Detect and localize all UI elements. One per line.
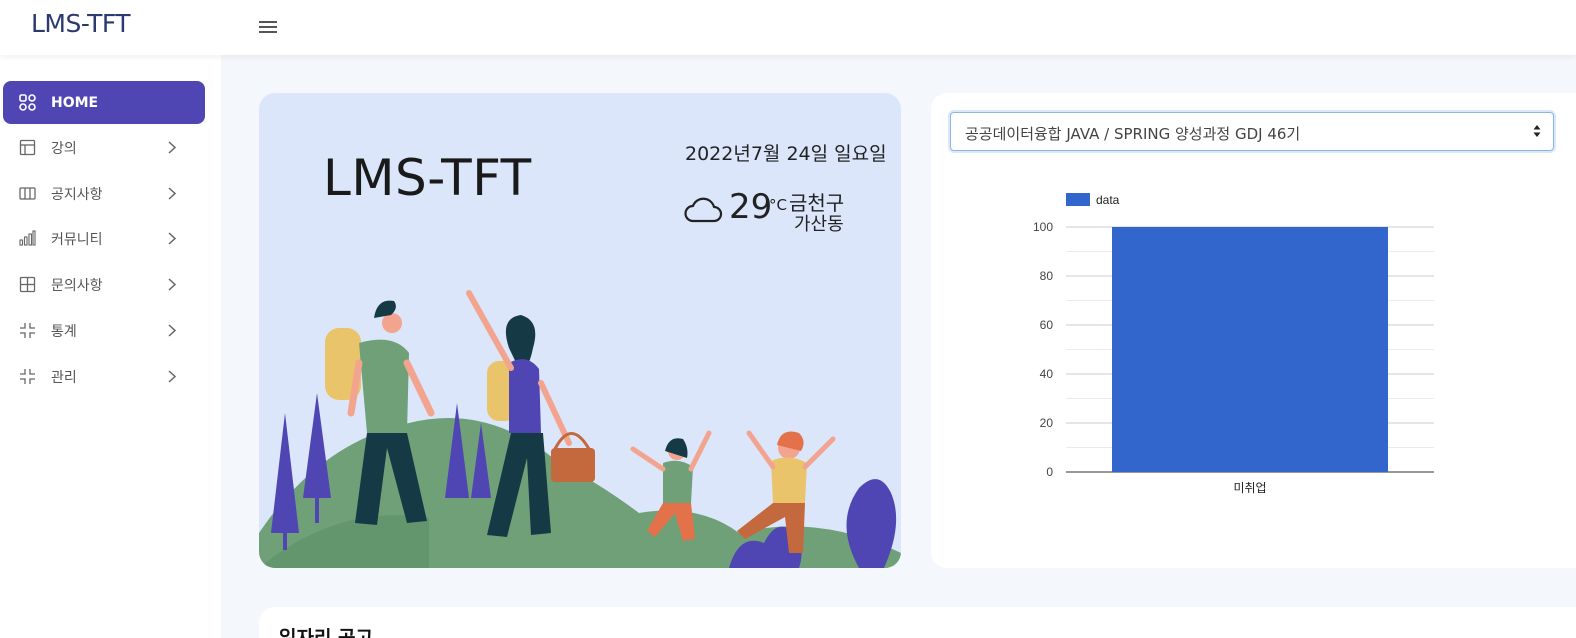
layout-icon: [19, 139, 36, 156]
temperature-value: 29: [729, 187, 773, 227]
y-tick-label: 20: [1040, 416, 1054, 430]
y-tick-label: 100: [1033, 220, 1053, 234]
bar[interactable]: [1112, 227, 1388, 472]
jobs-card: 일자리 공고: [259, 607, 1576, 638]
chevron-right-icon: [168, 141, 177, 154]
sidebar-item-lecture[interactable]: 강의: [3, 126, 205, 169]
jobs-card-title: 일자리 공고: [279, 627, 374, 638]
sidebar-item-label: 통계: [51, 323, 77, 340]
sidebar-item-label: 문의사항: [51, 277, 103, 294]
hero-title: LMS-TFT: [323, 149, 532, 207]
legend-swatch: [1066, 193, 1090, 206]
legend-label: data: [1096, 193, 1120, 207]
location-dong: 가산동: [794, 214, 844, 235]
cloud-icon: [684, 197, 723, 223]
bar-chart-icon: [19, 230, 36, 246]
chevron-right-icon: [168, 370, 177, 383]
sidebar-item-label: 강의: [51, 140, 77, 157]
y-tick-label: 0: [1046, 465, 1053, 479]
sidebar-item-notice[interactable]: 공지사항: [3, 172, 205, 215]
course-select[interactable]: 공공데이터융합 JAVA / SPRING 양성과정 GDJ 46기: [950, 112, 1554, 151]
hamburger-menu-icon[interactable]: [258, 18, 278, 36]
sidebar-item-label: 관리: [51, 369, 77, 386]
course-select-value: 공공데이터융합 JAVA / SPRING 양성과정 GDJ 46기: [965, 125, 1301, 143]
sidebar-item-label: 커뮤니티: [51, 231, 103, 248]
sidebar-item-home[interactable]: HOME: [3, 81, 205, 124]
shrink-icon: [20, 323, 35, 338]
x-tick-label: 미취업: [1233, 481, 1266, 495]
sidebar-item-label: 공지사항: [51, 186, 103, 203]
temperature-unit: °C: [769, 196, 787, 214]
chevron-right-icon: [168, 187, 177, 200]
sidebar: HOME 강의 공지사항 커뮤니티 문의사항 통계 관리: [0, 55, 221, 638]
sidebar-item-admin[interactable]: 관리: [3, 355, 205, 398]
employment-bar-chart: data 0 20 40 60 80 100 미취업: [1033, 193, 1434, 495]
table-icon: [19, 276, 36, 293]
current-date: 2022년7월 24일 일요일: [685, 143, 887, 165]
chevron-right-icon: [168, 278, 177, 291]
sidebar-item-inquiry[interactable]: 문의사항: [3, 263, 205, 306]
sidebar-item-statistics[interactable]: 통계: [3, 309, 205, 352]
grid-icon: [19, 94, 36, 111]
sidebar-item-label: HOME: [51, 94, 99, 111]
columns-icon: [19, 187, 36, 200]
shrink-icon: [20, 369, 35, 384]
top-bar: LMS-TFT: [0, 0, 1576, 55]
brand-logo[interactable]: LMS-TFT: [31, 9, 131, 38]
y-tick-label: 80: [1040, 269, 1054, 283]
y-tick-label: 40: [1040, 367, 1054, 381]
y-tick-label: 60: [1040, 318, 1054, 332]
chevron-right-icon: [168, 324, 177, 337]
chevron-right-icon: [168, 232, 177, 245]
hiking-family-illustration: [259, 290, 901, 568]
hero-card: LMS-TFT 2022년7월 24일 일요일 29 °C 금천구 가산동: [259, 93, 901, 568]
select-arrows-icon: [1533, 125, 1541, 137]
sidebar-item-community[interactable]: 커뮤니티: [3, 217, 205, 260]
